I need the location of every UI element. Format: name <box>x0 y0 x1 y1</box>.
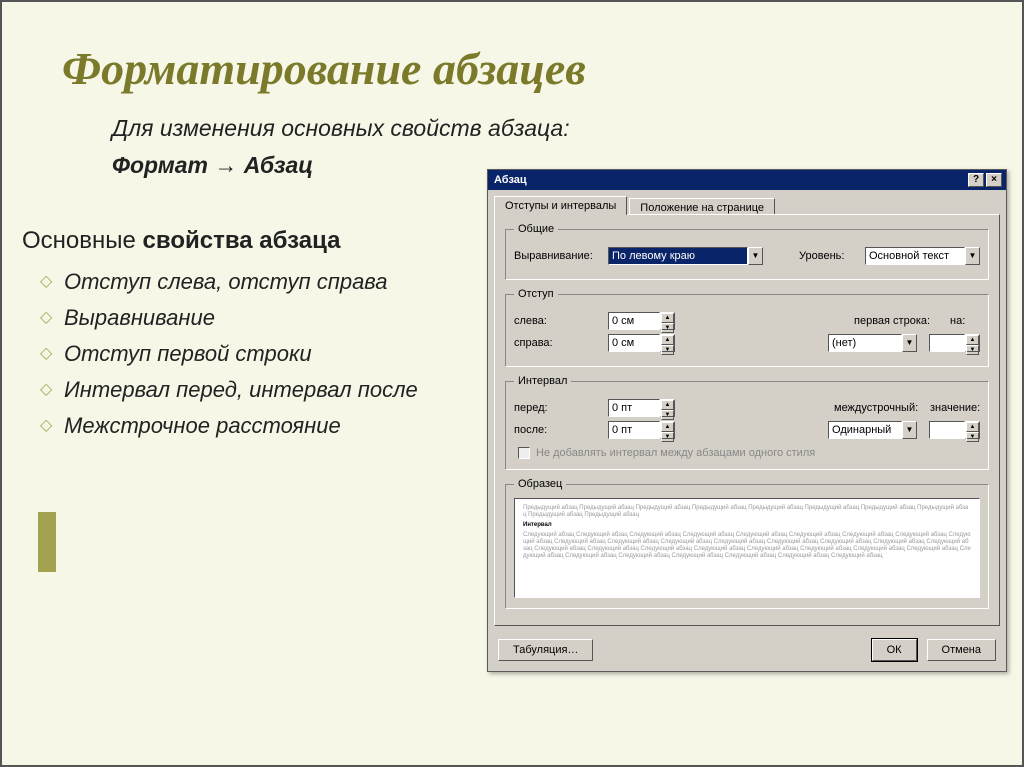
dropdown-arrow-icon: ▼ <box>748 247 763 265</box>
spinner-down-icon[interactable]: ▼ <box>966 345 979 355</box>
space-after-label: после: <box>514 424 602 436</box>
spinner-up-icon[interactable]: ▲ <box>661 335 674 345</box>
tab-indents[interactable]: Отступы и интервалы <box>494 196 627 215</box>
firstline-on-label: на: <box>950 315 980 327</box>
bullet-item: Отступ слева, отступ справа <box>40 269 477 295</box>
bullet-item: Выравнивание <box>40 305 477 331</box>
menu-path-paragraph: Абзац <box>244 152 313 178</box>
paragraph-dialog: Абзац ? × Отступы и интервалы Положение … <box>487 169 1007 672</box>
spinner-up-icon[interactable]: ▲ <box>966 422 979 432</box>
bullet-item: Отступ первой строки <box>40 341 477 367</box>
preview-box: Предыдущий абзац Предыдущий абзац Предыд… <box>514 498 980 598</box>
spinner-down-icon[interactable]: ▼ <box>966 432 979 442</box>
dropdown-arrow-icon: ▼ <box>902 334 917 352</box>
indent-right-spinner[interactable]: 0 см ▲▼ <box>608 334 675 352</box>
spinner-down-icon[interactable]: ▼ <box>661 345 674 355</box>
space-before-label: перед: <box>514 402 602 414</box>
spinner-up-icon[interactable]: ▲ <box>661 422 674 432</box>
level-select[interactable]: Основной текст ▼ <box>865 247 980 265</box>
group-general: Общие Выравнивание: По левому краю ▼ Уро… <box>505 223 989 280</box>
indent-right-label: справа: <box>514 337 602 349</box>
linespacing-select[interactable]: Одинарный ▼ <box>828 421 917 439</box>
group-preview: Образец Предыдущий абзац Предыдущий абза… <box>505 478 989 609</box>
ok-button[interactable]: ОК <box>872 639 917 661</box>
indent-left-label: слева: <box>514 315 602 327</box>
slide-title: Форматирование абзацев <box>62 42 1022 95</box>
space-before-spinner[interactable]: 0 пт ▲▼ <box>608 399 675 417</box>
bullet-item: Межстрочное расстояние <box>40 413 477 439</box>
bullet-item: Интервал перед, интервал после <box>40 377 477 403</box>
cancel-button[interactable]: Отмена <box>927 639 996 661</box>
firstline-select[interactable]: (нет) ▼ <box>828 334 917 352</box>
linespacing-value-spinner[interactable]: ▲▼ <box>929 421 980 439</box>
group-general-legend: Общие <box>514 223 558 235</box>
linespacing-label: междустрочный: <box>834 402 924 414</box>
indent-left-spinner[interactable]: 0 см ▲▼ <box>608 312 675 330</box>
group-preview-legend: Образец <box>514 478 566 490</box>
tabs-button[interactable]: Табуляция… <box>498 639 593 661</box>
menu-path-format: Формат <box>112 152 208 178</box>
no-space-same-style-label: Не добавлять интервал между абзацами одн… <box>536 447 815 459</box>
dropdown-arrow-icon: ▼ <box>902 421 917 439</box>
spinner-down-icon[interactable]: ▼ <box>661 323 674 333</box>
dialog-titlebar[interactable]: Абзац ? × <box>488 170 1006 190</box>
alignment-select[interactable]: По левому краю ▼ <box>608 247 763 265</box>
level-label: Уровень: <box>799 250 859 262</box>
spinner-up-icon[interactable]: ▲ <box>966 335 979 345</box>
group-indent-legend: Отступ <box>514 288 558 300</box>
dialog-title: Абзац <box>494 170 527 190</box>
group-spacing: Интервал перед: 0 пт ▲▼ междустрочный: з… <box>505 375 989 470</box>
close-button[interactable]: × <box>986 173 1002 187</box>
arrow-icon: → <box>214 152 237 178</box>
group-indent: Отступ слева: 0 см ▲▼ первая строка: на:… <box>505 288 989 367</box>
firstline-label: первая строка: <box>854 315 944 327</box>
no-space-same-style-checkbox[interactable] <box>518 447 530 459</box>
group-spacing-legend: Интервал <box>514 375 571 387</box>
dropdown-arrow-icon: ▼ <box>965 247 980 265</box>
linespacing-value-label: значение: <box>930 402 980 414</box>
properties-heading: Основные свойства абзаца <box>22 227 477 255</box>
spinner-up-icon[interactable]: ▲ <box>661 400 674 410</box>
alignment-label: Выравнивание: <box>514 250 602 262</box>
firstline-on-spinner[interactable]: ▲▼ <box>929 334 980 352</box>
slide-subtitle-1: Для изменения основных свойств абзаца: <box>112 115 1022 142</box>
spinner-down-icon[interactable]: ▼ <box>661 432 674 442</box>
space-after-spinner[interactable]: 0 пт ▲▼ <box>608 421 675 439</box>
help-button[interactable]: ? <box>968 173 984 187</box>
spinner-up-icon[interactable]: ▲ <box>661 313 674 323</box>
accent-block <box>38 512 56 572</box>
spinner-down-icon[interactable]: ▼ <box>661 410 674 420</box>
